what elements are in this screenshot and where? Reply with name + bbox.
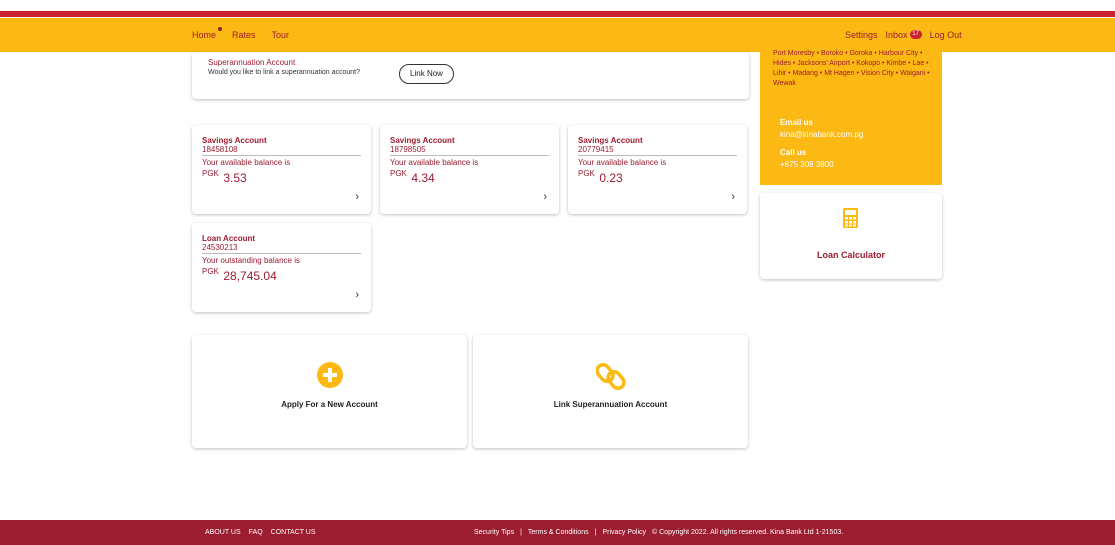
divider [578, 155, 737, 156]
divider [202, 155, 361, 156]
superannuation-title: Superannuation Account [208, 58, 296, 67]
superannuation-card: Superannuation Account Would you like to… [192, 52, 749, 99]
account-type: Savings Account [390, 136, 455, 145]
balance-currency: PGK [202, 267, 219, 276]
security-tips-link[interactable]: Security Tips [474, 529, 514, 536]
footer-faq-link[interactable]: FAQ [249, 529, 263, 536]
account-type: Loan Account [202, 234, 256, 243]
copyright-text: © Copyright 2022. All rights reserved. K… [652, 529, 844, 536]
superannuation-prompt: Would you like to link a superannuation … [208, 69, 361, 76]
balance-value: PGK 0.23 [578, 169, 623, 187]
balance-label: Your available balance is [578, 158, 667, 167]
phone-link[interactable]: +675 308 3800 [780, 160, 834, 169]
terms-link[interactable]: Terms & Conditions [528, 529, 589, 536]
chevron-right-icon[interactable]: › [543, 191, 547, 203]
chevron-right-icon[interactable]: › [355, 289, 359, 301]
account-number: 18798505 [390, 145, 426, 154]
account-type: Savings Account [578, 136, 643, 145]
inbox-count-badge: 17 [909, 30, 922, 39]
account-number: 20779415 [578, 145, 614, 154]
nav-settings[interactable]: Settings [845, 30, 878, 40]
balance-amount: 3.53 [223, 171, 247, 185]
loan-account-card[interactable]: Loan Account 24530213 Your outstanding b… [192, 223, 371, 312]
email-heading: Email us [780, 118, 813, 127]
balance-value: PGK 28,745.04 [202, 267, 277, 285]
balance-amount: 4.34 [411, 171, 435, 185]
nav-tour[interactable]: Tour [272, 30, 290, 40]
balance-currency: PGK [390, 169, 407, 178]
account-number: 24530213 [202, 243, 238, 252]
calculator-icon [843, 208, 858, 228]
account-card[interactable]: Savings Account 20779415 Your available … [568, 125, 747, 214]
top-red-bar [0, 11, 1115, 17]
privacy-link[interactable]: Privacy Policy [602, 529, 646, 536]
loan-calculator-label: Loan Calculator [816, 250, 885, 260]
apply-new-account-label: Apply For a New Account [281, 400, 378, 409]
account-number: 18458108 [202, 145, 238, 154]
nav-rates[interactable]: Rates [232, 30, 256, 40]
nav-home-label: Home [192, 30, 217, 40]
top-accent [0, 0, 1115, 20]
balance-value: PGK 4.34 [390, 169, 435, 187]
link-superannuation-label: Link Superannuation Account [553, 400, 668, 409]
divider [202, 253, 361, 254]
footer: ABOUT US FAQ CONTACT US Security Tips | … [0, 520, 1115, 545]
contact-panel: Port Moresby • Boroko • Goroka • Harbour… [760, 45, 942, 185]
account-card[interactable]: Savings Account 18458108 Your available … [192, 125, 371, 214]
chevron-right-icon[interactable]: › [731, 191, 735, 203]
link-icon [596, 362, 626, 391]
footer-legal: Security Tips | Terms & Conditions | Pri… [474, 520, 843, 545]
apply-new-account-card[interactable]: Apply For a New Account [192, 335, 467, 448]
balance-value: PGK 3.53 [202, 169, 247, 187]
balance-amount: 0.23 [599, 171, 623, 185]
chevron-right-icon[interactable]: › [355, 191, 359, 203]
top-navbar: Home Rates Tour Settings Inbox 17 Log Out [0, 18, 1115, 52]
nav-home[interactable]: Home [192, 27, 223, 40]
loan-calculator-card[interactable]: Loan Calculator [760, 193, 942, 279]
plus-circle-icon [317, 362, 343, 388]
link-now-button[interactable]: Link Now [399, 64, 454, 84]
email-link[interactable]: kina@kinabank.com.pg [780, 130, 863, 139]
balance-label: Your outstanding balance is [202, 256, 300, 265]
balance-label: Your available balance is [390, 158, 479, 167]
account-type: Savings Account [202, 136, 267, 145]
separator: | [520, 529, 522, 536]
call-heading: Call us [780, 148, 807, 157]
separator: | [594, 529, 597, 536]
balance-label: Your available balance is [202, 158, 291, 167]
nav-inbox[interactable]: Inbox 17 [886, 30, 922, 40]
balance-currency: PGK [578, 169, 595, 178]
active-dot-icon [218, 27, 223, 31]
nav-logout[interactable]: Log Out [930, 30, 962, 40]
footer-about-link[interactable]: ABOUT US [205, 529, 241, 536]
link-superannuation-card[interactable]: Link Superannuation Account [473, 335, 748, 448]
divider [390, 155, 549, 156]
nav-inbox-label: Inbox [885, 30, 908, 40]
account-card[interactable]: Savings Account 18798505 Your available … [380, 125, 559, 214]
branch-list: Port Moresby • Boroko • Goroka • Harbour… [773, 50, 930, 87]
main-nav: Home Rates Tour [192, 18, 289, 52]
footer-contact-link[interactable]: CONTACT US [271, 529, 316, 536]
balance-currency: PGK [202, 169, 219, 178]
balance-amount: 28,745.04 [223, 269, 277, 283]
footer-links: ABOUT US FAQ CONTACT US [205, 520, 316, 545]
